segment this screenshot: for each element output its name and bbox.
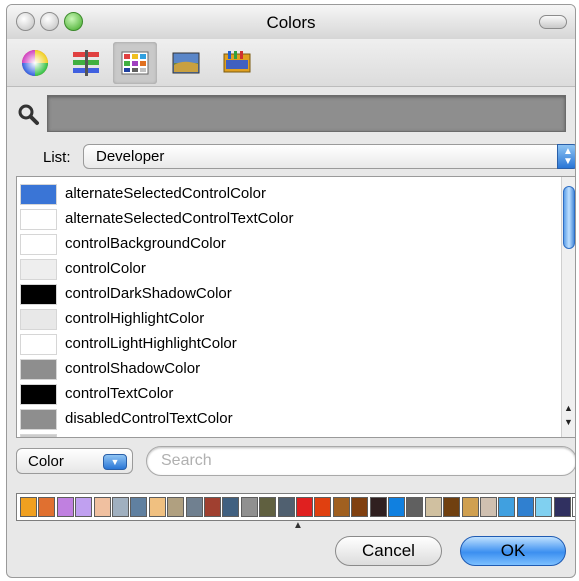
swatch-cell[interactable]	[56, 497, 74, 517]
swatch-cell[interactable]	[20, 497, 37, 517]
vertical-scrollbar[interactable]: ▲ ▼	[561, 177, 575, 437]
color-name: controlShadowColor	[65, 360, 201, 377]
image-palettes-tab[interactable]	[164, 42, 208, 84]
color-name: disabledControlTextColor	[65, 410, 233, 427]
color-chip	[20, 234, 57, 255]
swatch-cell[interactable]	[296, 497, 313, 517]
swatch-cell[interactable]	[240, 497, 258, 517]
color-chip	[20, 184, 57, 205]
swatch-cell[interactable]	[535, 497, 553, 517]
color-name: alternateSelectedControlColor	[65, 185, 266, 202]
color-chip	[20, 384, 57, 405]
color-sliders-icon	[73, 50, 99, 76]
window-title: Colors	[266, 13, 316, 32]
list-item[interactable]: alternateSelectedControlColor	[17, 182, 555, 207]
swatch-cell[interactable]	[553, 497, 571, 517]
search-field[interactable]	[146, 446, 575, 476]
color-chip	[20, 209, 57, 230]
color-name: controlHighlightColor	[65, 310, 205, 327]
toolbar-toggle-button[interactable]	[539, 15, 567, 29]
swatch-cell[interactable]	[259, 497, 277, 517]
swatch-cell[interactable]	[388, 497, 405, 517]
swatch-cell[interactable]	[424, 497, 442, 517]
color-mode-popup[interactable]: Color ▼	[16, 448, 133, 474]
color-wheel-icon	[22, 50, 48, 76]
color-chip	[20, 409, 57, 430]
image-palettes-icon	[172, 52, 200, 74]
color-chip	[20, 334, 57, 355]
list-item[interactable]: controlHighlightColor	[17, 307, 555, 332]
list-item[interactable]: alternateSelectedControlTextColor	[17, 207, 555, 232]
scroll-down-icon[interactable]: ▼	[564, 417, 573, 427]
swatch-cell[interactable]	[572, 497, 575, 517]
list-popup-value: Developer	[96, 148, 165, 165]
ok-button[interactable]: OK	[460, 536, 566, 566]
crayons-icon	[223, 51, 251, 73]
list-item[interactable]: controlBackgroundColor	[17, 232, 555, 257]
swatch-cell[interactable]	[185, 497, 203, 517]
swatch-cell[interactable]	[351, 497, 369, 517]
color-palettes-tab[interactable]	[113, 42, 157, 84]
crayons-tab[interactable]	[215, 42, 259, 84]
color-chip	[20, 259, 57, 280]
swatch-cell[interactable]	[38, 497, 56, 517]
list-item[interactable]: gridColor	[17, 432, 555, 437]
swatch-cell[interactable]	[461, 497, 479, 517]
swatch-cell[interactable]	[498, 497, 516, 517]
updown-arrows-icon: ▲ ▼	[557, 144, 575, 169]
color-name: gridColor	[65, 435, 126, 437]
swatch-cell[interactable]	[406, 497, 424, 517]
color-list[interactable]: gridColor disabledControlTextColor control…	[16, 176, 575, 438]
chevron-down-icon: ▼	[103, 454, 127, 470]
swatch-cell[interactable]	[277, 497, 295, 517]
swatch-cell[interactable]	[148, 497, 166, 517]
color-name: controlDarkShadowColor	[65, 285, 232, 302]
swatch-cell[interactable]	[112, 497, 129, 517]
color-chip	[20, 359, 57, 380]
swatch-cell[interactable]	[75, 497, 93, 517]
swatch-cell[interactable]	[516, 497, 534, 517]
list-popup[interactable]: Developer ▲ ▼	[83, 144, 575, 169]
list-item[interactable]: controlDarkShadowColor	[17, 282, 555, 307]
list-item[interactable]: controlShadowColor	[17, 357, 555, 382]
color-name: controlLightHighlightColor	[65, 335, 237, 352]
cancel-button[interactable]: Cancel	[335, 536, 442, 566]
title-bar[interactable]: Colors	[7, 5, 575, 39]
color-name: controlTextColor	[65, 385, 174, 402]
color-chip	[20, 434, 57, 437]
swatch-cell[interactable]	[93, 497, 111, 517]
swatch-cell[interactable]	[167, 497, 185, 517]
color-name: controlBackgroundColor	[65, 235, 226, 252]
color-sliders-tab[interactable]	[64, 42, 108, 84]
swatch-cell[interactable]	[332, 497, 350, 517]
swatch-cell[interactable]	[204, 497, 221, 517]
current-color-well[interactable]	[47, 95, 566, 132]
list-item[interactable]: disabledControlTextColor	[17, 407, 555, 432]
color-wheel-tab[interactable]	[13, 42, 57, 84]
swatch-cell[interactable]	[369, 497, 387, 517]
swatch-cell[interactable]	[443, 497, 461, 517]
list-item[interactable]: controlColor	[17, 257, 555, 282]
color-chip	[20, 284, 57, 305]
color-name: alternateSelectedControlTextColor	[65, 210, 294, 227]
list-label: List:	[43, 149, 71, 166]
swatch-cell[interactable]	[222, 497, 240, 517]
mode-toolbar	[7, 39, 575, 87]
scroll-thumb[interactable]	[563, 186, 575, 249]
color-chip	[20, 309, 57, 330]
list-item[interactable]: controlLightHighlightColor	[17, 332, 555, 357]
magnifier-icon[interactable]	[18, 104, 40, 126]
list-item[interactable]: controlTextColor	[17, 382, 555, 407]
swatch-cell[interactable]	[314, 497, 332, 517]
swatch-cell[interactable]	[130, 497, 148, 517]
color-mode-value: Color	[28, 453, 64, 470]
color-palettes-icon	[121, 51, 149, 75]
swatch-well[interactable]	[16, 493, 575, 521]
color-name: controlColor	[65, 260, 146, 277]
well-resize-caret-icon[interactable]: ▲	[293, 520, 303, 531]
scroll-up-icon[interactable]: ▲	[564, 403, 573, 413]
search-input[interactable]	[161, 452, 561, 470]
swatch-cell[interactable]	[480, 497, 497, 517]
colors-window: Colors List: Developer ▲ ▼ disabledContr…	[6, 4, 576, 578]
